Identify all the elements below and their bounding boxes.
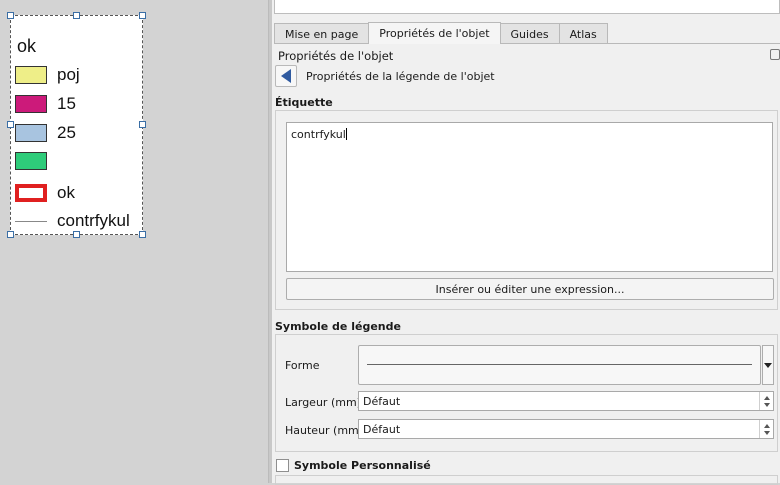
legend-row: 15 (15, 93, 76, 115)
legend-row-label: 25 (57, 123, 76, 142)
hauteur-spin-arrows[interactable] (759, 420, 773, 438)
resize-handle-middle-left[interactable] (7, 121, 14, 128)
forme-label: Forme (285, 359, 320, 372)
panel-subtitle: Propriétés de la légende de l'objet (306, 70, 495, 83)
resize-handle-top-center[interactable] (73, 12, 80, 19)
legend-outline-swatch (15, 184, 47, 202)
back-button[interactable] (275, 65, 297, 87)
legend-row-label: 15 (57, 94, 76, 113)
layout-canvas[interactable]: ok poj 15 25 ok contrfykul (0, 0, 268, 483)
spin-down-icon[interactable] (763, 402, 770, 407)
shape-dropdown-button[interactable] (762, 345, 774, 385)
label-text-area[interactable]: contrfykul (286, 122, 773, 272)
hauteur-label: Hauteur (mm) (285, 424, 364, 437)
legend-row (15, 150, 57, 172)
text-caret (345, 128, 347, 140)
legend-fill-swatch (15, 66, 47, 84)
spin-up-icon[interactable] (763, 423, 770, 428)
undock-icon[interactable] (770, 49, 780, 60)
insert-expression-button[interactable]: Insérer ou éditer une expression... (286, 278, 774, 300)
hauteur-value: Défaut (363, 423, 401, 436)
largeur-spinbox[interactable]: Défaut (358, 391, 774, 411)
panel-title: Propriétés de l'objet (278, 49, 394, 63)
legend-row: 25 (15, 122, 76, 144)
resize-handle-bottom-right[interactable] (139, 231, 146, 238)
largeur-label: Largeur (mm) (285, 396, 361, 409)
legend-fill-swatch (15, 124, 47, 142)
legend-row: poj (15, 64, 80, 86)
chevron-down-icon (764, 362, 772, 368)
largeur-spin-arrows[interactable] (759, 392, 773, 410)
legend-title: ok (17, 36, 37, 56)
resize-handle-bottom-center[interactable] (73, 231, 80, 238)
tab-guides[interactable]: Guides (499, 23, 560, 44)
symbole-heading: Symbole de légende (275, 320, 401, 333)
tab-divider (274, 43, 780, 44)
tab-atlas[interactable]: Atlas (558, 23, 608, 44)
legend-item[interactable]: ok poj 15 25 ok contrfykul (10, 15, 143, 235)
legend-row-label: ok (57, 183, 75, 202)
legend-row-label: contrfykul (57, 211, 130, 230)
tab-bar: Mise en page Propriétés de l'objet Guide… (274, 22, 608, 44)
custom-group (275, 475, 778, 485)
shape-preview-line (367, 364, 752, 365)
tab-mise-en-page[interactable]: Mise en page (274, 23, 370, 44)
spin-down-icon[interactable] (763, 430, 770, 435)
etiquette-heading: Étiquette (275, 96, 333, 109)
legend-row: contrfykul (15, 210, 130, 232)
item-properties-panel: Mise en page Propriétés de l'objet Guide… (272, 0, 780, 485)
resize-handle-top-left[interactable] (7, 12, 14, 19)
tab-proprietes-objet[interactable]: Propriétés de l'objet (368, 22, 501, 44)
largeur-value: Défaut (363, 395, 401, 408)
spin-up-icon[interactable] (763, 395, 770, 400)
legend-row-label: poj (57, 65, 80, 84)
label-text: contrfykul (291, 128, 346, 141)
shape-selector-button[interactable] (358, 345, 761, 385)
legend-line-swatch (15, 220, 47, 222)
top-field[interactable] (274, 0, 780, 14)
legend-fill-swatch (15, 95, 47, 113)
resize-handle-bottom-left[interactable] (7, 231, 14, 238)
custom-symbol-label: Symbole Personnalisé (294, 459, 431, 472)
resize-handle-top-right[interactable] (139, 12, 146, 19)
resize-handle-middle-right[interactable] (139, 121, 146, 128)
hauteur-spinbox[interactable]: Défaut (358, 419, 774, 439)
legend-row: ok (15, 182, 75, 204)
custom-symbol-checkbox[interactable] (276, 459, 289, 472)
back-arrow-icon (281, 69, 291, 83)
legend-fill-swatch (15, 152, 47, 170)
